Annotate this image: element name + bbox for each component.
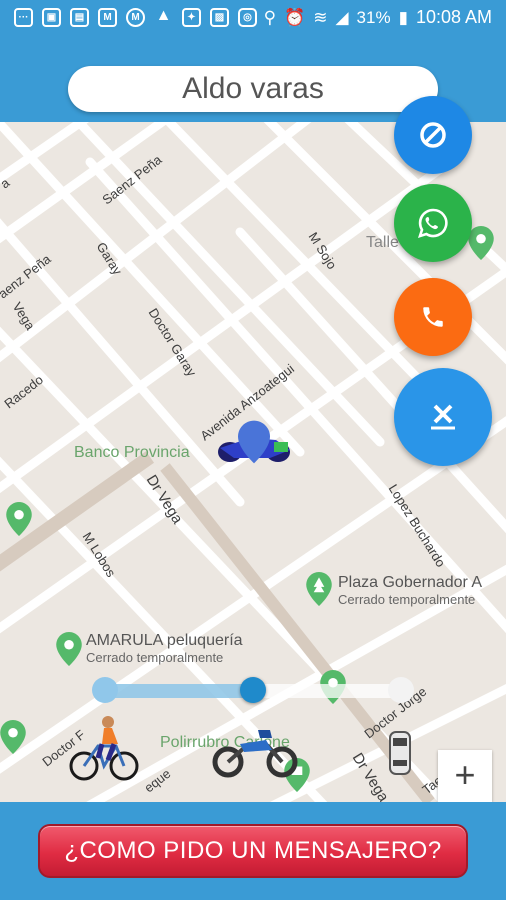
gmail-icon: M bbox=[98, 8, 117, 27]
poi-name: Talle bbox=[366, 234, 399, 251]
map-pin-icon[interactable] bbox=[0, 720, 26, 754]
whatsapp-icon bbox=[417, 208, 448, 238]
instagram-icon: ◎ bbox=[238, 8, 257, 27]
alarm-icon: ⏰ bbox=[284, 7, 306, 27]
distance-slider[interactable] bbox=[92, 677, 414, 703]
gallery-icon: ▣ bbox=[42, 8, 61, 27]
request-courier-button[interactable]: ¿COMO PIDO UN MENSAJERO? bbox=[38, 824, 468, 878]
battery-icon: ▮ bbox=[398, 7, 408, 27]
status-right: ⚲ ⏰ ≋ ◢ 31% ▮ 10:08 AM bbox=[264, 7, 492, 28]
poi-name: AMARULA peluquería bbox=[86, 632, 243, 649]
status-bar: ··· ▣ ▤ M M ▲ ✦ ▨ ◎ ⚲ ⏰ ≋ ◢ 31% ▮ 10:08 … bbox=[0, 0, 506, 36]
poi-name: Banco Provincia bbox=[74, 444, 190, 461]
poi-status: Cerrado temporalmente bbox=[338, 592, 476, 607]
mail-icon: M bbox=[126, 8, 145, 27]
map-pin-icon[interactable] bbox=[468, 226, 494, 260]
slider-end-knob bbox=[388, 677, 414, 703]
user-name-field[interactable]: Aldo varas bbox=[68, 66, 438, 112]
slider-start-knob bbox=[92, 677, 118, 703]
motorbike-courier-icon[interactable] bbox=[210, 726, 300, 778]
signal-icon: ◢ bbox=[335, 7, 349, 27]
shop-icon: ▤ bbox=[70, 8, 89, 27]
zoom-in-button[interactable]: + bbox=[438, 750, 492, 802]
car-icon[interactable] bbox=[388, 730, 412, 776]
slider-fill bbox=[102, 684, 250, 698]
whatsapp-button[interactable] bbox=[394, 184, 472, 262]
park-pin-icon[interactable] bbox=[306, 572, 332, 606]
wifi-icon: ≋ bbox=[313, 7, 328, 27]
poi-taller[interactable]: Talle bbox=[366, 234, 399, 252]
clock: 10:08 AM bbox=[415, 7, 492, 27]
call-button[interactable] bbox=[394, 278, 472, 356]
photos-icon: ✦ bbox=[182, 8, 201, 27]
map-pin-icon[interactable] bbox=[56, 632, 82, 666]
block-button[interactable] bbox=[394, 96, 472, 174]
location-icon: ⚲ bbox=[263, 7, 277, 27]
poi-amarula[interactable]: AMARULA peluquería Cerrado temporalmente bbox=[86, 632, 243, 665]
more-icon: ··· bbox=[14, 8, 33, 27]
bottom-bar: ¿COMO PIDO UN MENSAJERO? bbox=[0, 802, 506, 900]
bicycle-courier-icon[interactable] bbox=[68, 714, 140, 782]
map-pin-icon[interactable] bbox=[6, 502, 32, 536]
block-icon bbox=[420, 122, 446, 148]
poi-status: Cerrado temporalmente bbox=[86, 650, 224, 665]
location-pin-icon[interactable] bbox=[238, 420, 270, 464]
image-icon: ▨ bbox=[210, 8, 229, 27]
cancel-order-button[interactable] bbox=[394, 368, 492, 466]
notification-icons: ··· ▣ ▤ M M ▲ ✦ ▨ ◎ bbox=[14, 8, 257, 27]
poi-name: Plaza Gobernador A bbox=[338, 574, 483, 591]
nav-icon: ▲ bbox=[155, 7, 172, 24]
battery-percent: 31% bbox=[356, 7, 391, 27]
cancel-icon bbox=[431, 404, 455, 430]
poi-plaza[interactable]: Plaza Gobernador A Cerrado temporalmente bbox=[338, 574, 482, 607]
poi-banco[interactable]: Banco Provincia bbox=[74, 444, 190, 462]
phone-icon bbox=[423, 307, 443, 327]
slider-knob[interactable] bbox=[240, 677, 266, 703]
